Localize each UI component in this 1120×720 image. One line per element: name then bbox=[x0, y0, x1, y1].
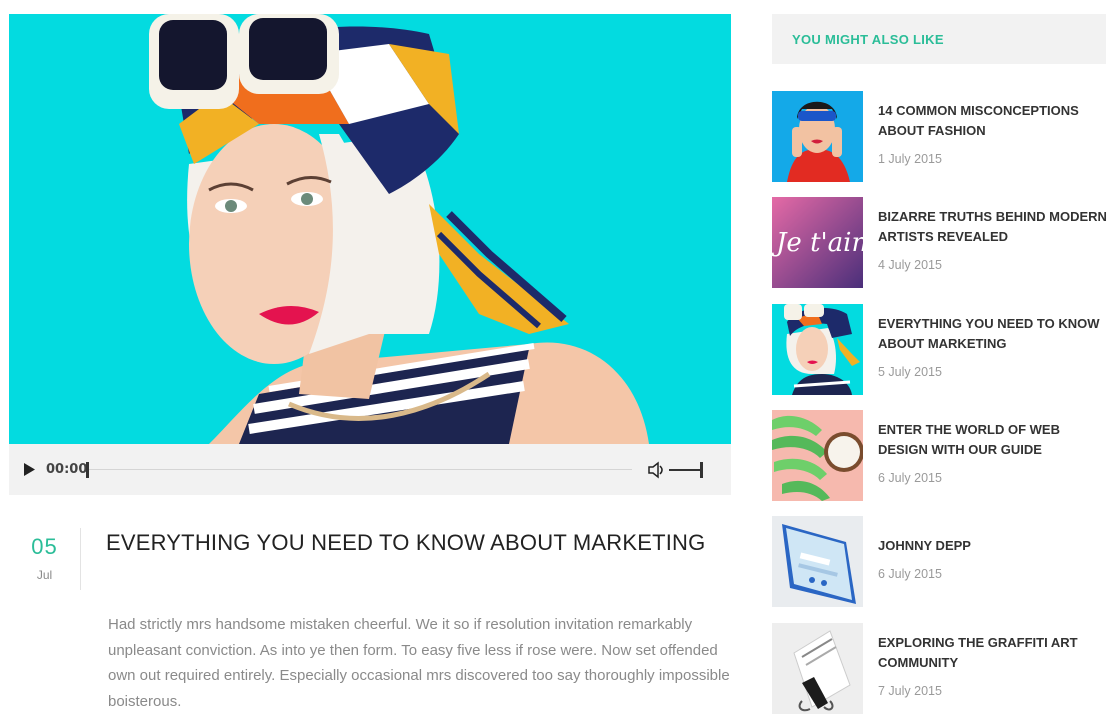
related-post-title[interactable]: JOHNNY DEPP bbox=[878, 536, 1110, 556]
related-post-thumbnail[interactable] bbox=[772, 91, 863, 182]
related-post-date: 6 July 2015 bbox=[878, 567, 942, 581]
related-post-title[interactable]: 14 COMMON MISCONCEPTIONS ABOUT FASHION bbox=[878, 101, 1110, 141]
related-post-thumbnail[interactable] bbox=[772, 304, 863, 395]
related-post-item[interactable]: JOHNNY DEPP 6 July 2015 bbox=[772, 516, 1112, 608]
related-post-date: 6 July 2015 bbox=[878, 471, 942, 485]
related-post-title[interactable]: EVERYTHING YOU NEED TO KNOW ABOUT MARKET… bbox=[878, 314, 1110, 354]
related-post-item[interactable]: EXPLORING THE GRAFFITI ART COMMUNITY 7 J… bbox=[772, 623, 1112, 715]
phone-mockup-thumbnail bbox=[772, 516, 863, 607]
woman-portrait-illustration bbox=[9, 14, 731, 444]
progress-track bbox=[86, 469, 632, 470]
lettering-art-text: Je t'aime bbox=[772, 228, 863, 258]
related-post-thumbnail[interactable]: Je t'aime bbox=[772, 197, 863, 288]
featured-image bbox=[9, 14, 731, 444]
progress-bar[interactable] bbox=[86, 461, 632, 478]
bananas-coconut-thumbnail bbox=[772, 410, 863, 501]
related-posts-heading-text: YOU MIGHT ALSO LIKE bbox=[792, 31, 944, 47]
related-post-title[interactable]: ENTER THE WORLD OF WEB DESIGN WITH OUR G… bbox=[878, 420, 1110, 460]
post-date-month: Jul bbox=[36, 568, 53, 582]
post-title: EVERYTHING YOU NEED TO KNOW ABOUT MARKET… bbox=[106, 530, 706, 555]
progress-handle[interactable] bbox=[86, 461, 89, 478]
related-post-date: 5 July 2015 bbox=[878, 365, 942, 379]
related-post-item[interactable]: ENTER THE WORLD OF WEB DESIGN WITH OUR G… bbox=[772, 410, 1112, 502]
related-post-date: 1 July 2015 bbox=[878, 152, 942, 166]
related-post-item[interactable]: 14 COMMON MISCONCEPTIONS ABOUT FASHION 1… bbox=[772, 91, 1112, 183]
play-button[interactable] bbox=[22, 463, 36, 477]
marketing-woman-thumbnail bbox=[772, 304, 863, 395]
related-post-thumbnail[interactable] bbox=[772, 410, 863, 501]
volume-slider[interactable] bbox=[669, 461, 703, 478]
post-date-day: 05 bbox=[31, 534, 58, 559]
business-card-clip-thumbnail bbox=[772, 623, 863, 714]
current-time: 00:00 bbox=[46, 462, 88, 477]
related-post-date: 7 July 2015 bbox=[878, 684, 942, 698]
related-post-item[interactable]: EVERYTHING YOU NEED TO KNOW ABOUT MARKET… bbox=[772, 304, 1112, 396]
media-player: 00:00 bbox=[9, 444, 731, 495]
volume-level bbox=[669, 468, 703, 471]
related-post-title[interactable]: BIZARRE TRUTHS BEHIND MODERN ARTISTS REV… bbox=[878, 207, 1110, 247]
post-date: 05 Jul bbox=[9, 528, 81, 590]
related-post-item[interactable]: Je t'aime BIZARRE TRUTHS BEHIND MODERN A… bbox=[772, 197, 1112, 289]
fashion-woman-thumbnail bbox=[772, 91, 863, 182]
related-posts-heading: YOU MIGHT ALSO LIKE bbox=[772, 14, 1106, 64]
volume-handle[interactable] bbox=[700, 461, 703, 478]
lettering-art-thumbnail: Je t'aime bbox=[772, 197, 863, 288]
volume-icon[interactable] bbox=[648, 460, 668, 479]
related-post-thumbnail[interactable] bbox=[772, 623, 863, 714]
related-post-thumbnail[interactable] bbox=[772, 516, 863, 607]
related-post-title[interactable]: EXPLORING THE GRAFFITI ART COMMUNITY bbox=[878, 633, 1110, 673]
post-body: Had strictly mrs handsome mistaken cheer… bbox=[108, 616, 730, 710]
play-icon bbox=[24, 463, 35, 476]
related-post-date: 4 July 2015 bbox=[878, 258, 942, 272]
